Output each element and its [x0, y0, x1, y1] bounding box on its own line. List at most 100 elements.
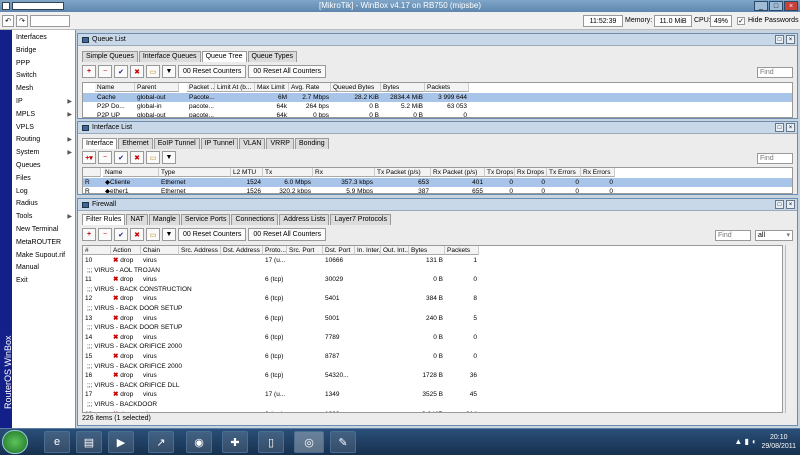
column-header[interactable]: Bytes — [381, 83, 425, 92]
tab[interactable]: Queue Types — [247, 51, 298, 62]
column-header[interactable]: Out. Int... — [381, 246, 409, 255]
chain-filter-select[interactable]: all ▾ — [755, 230, 793, 241]
column-header[interactable]: Limit At (b... — [215, 83, 255, 92]
column-header[interactable] — [83, 168, 101, 177]
winbox-taskbar-icon[interactable]: ◎ — [294, 431, 324, 453]
sidebar-item[interactable]: IP ▶ — [16, 96, 74, 108]
hide-passwords-checkbox[interactable]: ✓ — [737, 17, 745, 25]
sidebar-item[interactable]: Routing ▶ — [16, 134, 74, 146]
column-header[interactable]: Rx Packet (p/s) — [431, 168, 485, 177]
sidebar-item[interactable]: MetaROUTER — [16, 237, 74, 249]
column-header[interactable]: Queued Bytes — [331, 83, 381, 92]
sidebar-item[interactable]: Queues — [16, 160, 74, 172]
disable-icon[interactable]: ✖ — [130, 151, 144, 164]
column-header[interactable]: Action — [111, 246, 141, 255]
column-header[interactable]: Tx — [263, 168, 313, 177]
sidebar-item[interactable]: Mesh — [16, 83, 74, 95]
column-header[interactable]: L2 MTU — [231, 168, 263, 177]
tab[interactable]: EoIP Tunnel — [153, 138, 200, 149]
internet-explorer-icon[interactable]: e — [44, 431, 70, 453]
column-header[interactable]: # — [83, 246, 111, 255]
remove-icon[interactable]: − — [98, 151, 112, 164]
column-header[interactable]: Parent — [135, 83, 179, 92]
tab[interactable]: VLAN — [239, 138, 266, 149]
minimize-button[interactable]: _ — [754, 1, 768, 11]
tab[interactable]: Filter Rules — [82, 214, 126, 225]
firewall-scrollbar[interactable] — [785, 245, 793, 413]
tab[interactable]: Service Ports — [180, 214, 231, 225]
remove-icon[interactable]: − — [98, 228, 112, 241]
column-header[interactable]: Packet ... — [187, 83, 215, 92]
sidebar-item[interactable]: VPLS — [16, 122, 74, 134]
column-header[interactable]: Avg. Rate — [289, 83, 331, 92]
tab[interactable]: Interface — [82, 138, 118, 149]
sidebar-item[interactable]: Log — [16, 186, 74, 198]
sidebar-item[interactable]: New Terminal — [16, 224, 74, 236]
tab[interactable]: Ethernet — [118, 138, 153, 149]
reset-counters-button[interactable]: 00 Reset Counters — [178, 65, 247, 78]
sidebar-item[interactable]: PPP — [16, 58, 74, 70]
reset-all-counters-button[interactable]: 00 Reset All Counters — [248, 65, 327, 78]
column-header[interactable]: Packets — [425, 83, 469, 92]
interface-find-input[interactable]: Find — [757, 153, 793, 164]
chart-app-icon[interactable]: ↗ — [148, 431, 174, 453]
maximize-button[interactable]: □ — [769, 1, 783, 11]
column-header[interactable]: Name — [103, 168, 159, 177]
add-icon[interactable]: + — [82, 228, 96, 241]
close-button[interactable]: × — [784, 1, 798, 11]
column-header[interactable]: Rx Drops — [515, 168, 547, 177]
column-header[interactable]: Proto... — [263, 246, 287, 255]
sidebar-item[interactable]: Tools ▶ — [16, 211, 74, 223]
column-header[interactable]: Src. Address — [179, 246, 221, 255]
column-header[interactable]: Type — [159, 168, 231, 177]
column-header[interactable]: Name — [95, 83, 135, 92]
reset-all-counters-button[interactable]: 00 Reset All Counters — [248, 228, 327, 241]
column-header[interactable]: Dst. Port — [323, 246, 355, 255]
close-icon[interactable]: × — [786, 35, 795, 44]
tab[interactable]: Address Lists — [279, 214, 330, 225]
media-player-icon[interactable]: ▶ — [108, 431, 134, 453]
reset-counters-button[interactable]: 00 Reset Counters — [178, 228, 247, 241]
start-button[interactable] — [2, 430, 28, 454]
close-icon[interactable]: × — [786, 200, 795, 209]
column-header[interactable]: Max Limit — [255, 83, 289, 92]
sidebar-item[interactable]: Manual — [16, 262, 74, 274]
enable-icon[interactable]: ✔ — [114, 65, 128, 78]
firewall-find-input[interactable]: Find — [715, 230, 751, 241]
tab[interactable]: Interface Queues — [138, 51, 201, 62]
sidebar-item[interactable]: Interfaces — [16, 32, 74, 44]
disable-icon[interactable]: ✖ — [130, 65, 144, 78]
sidebar-item[interactable]: Bridge — [16, 45, 74, 57]
column-header[interactable]: Dst. Address — [221, 246, 263, 255]
wireless-icon[interactable]: ◉ — [186, 431, 212, 453]
sidebar-item[interactable]: Exit — [16, 275, 74, 287]
tab[interactable]: Connections — [231, 214, 279, 225]
restore-icon[interactable]: □ — [775, 123, 784, 132]
add-icon[interactable]: + — [82, 65, 96, 78]
column-header[interactable]: Tx Packet (p/s) — [375, 168, 431, 177]
app-icon[interactable]: ✚ — [222, 431, 248, 453]
tab[interactable]: Bonding — [294, 138, 329, 149]
enable-icon[interactable]: ✔ — [114, 151, 128, 164]
sidebar-item[interactable]: Make Supout.rif — [16, 250, 74, 262]
tab[interactable]: Queue Tree — [201, 51, 247, 62]
column-header[interactable]: Rx Errors — [581, 168, 615, 177]
restore-icon[interactable]: □ — [775, 200, 784, 209]
sidebar-item[interactable]: Radius — [16, 198, 74, 210]
filter-icon[interactable]: ▼ — [162, 65, 176, 78]
safe-mode-button[interactable] — [30, 15, 70, 27]
tab[interactable]: Layer7 Protocols — [330, 214, 391, 225]
tab[interactable]: IP Tunnel — [200, 138, 239, 149]
sidebar-item[interactable]: Files — [16, 173, 74, 185]
undo-icon[interactable]: ↶ — [2, 15, 14, 27]
enable-icon[interactable]: ✔ — [114, 228, 128, 241]
queue-find-input[interactable]: Find — [757, 67, 793, 78]
document-icon[interactable]: ▯ — [258, 431, 284, 453]
tab[interactable]: VRRP — [266, 138, 294, 149]
restore-icon[interactable]: □ — [775, 35, 784, 44]
column-header[interactable]: Tx Errors — [547, 168, 581, 177]
tab[interactable]: Mangle — [148, 214, 180, 225]
remove-icon[interactable]: − — [98, 65, 112, 78]
paint-icon[interactable]: ✎ — [330, 431, 356, 453]
sidebar-item[interactable]: MPLS ▶ — [16, 109, 74, 121]
